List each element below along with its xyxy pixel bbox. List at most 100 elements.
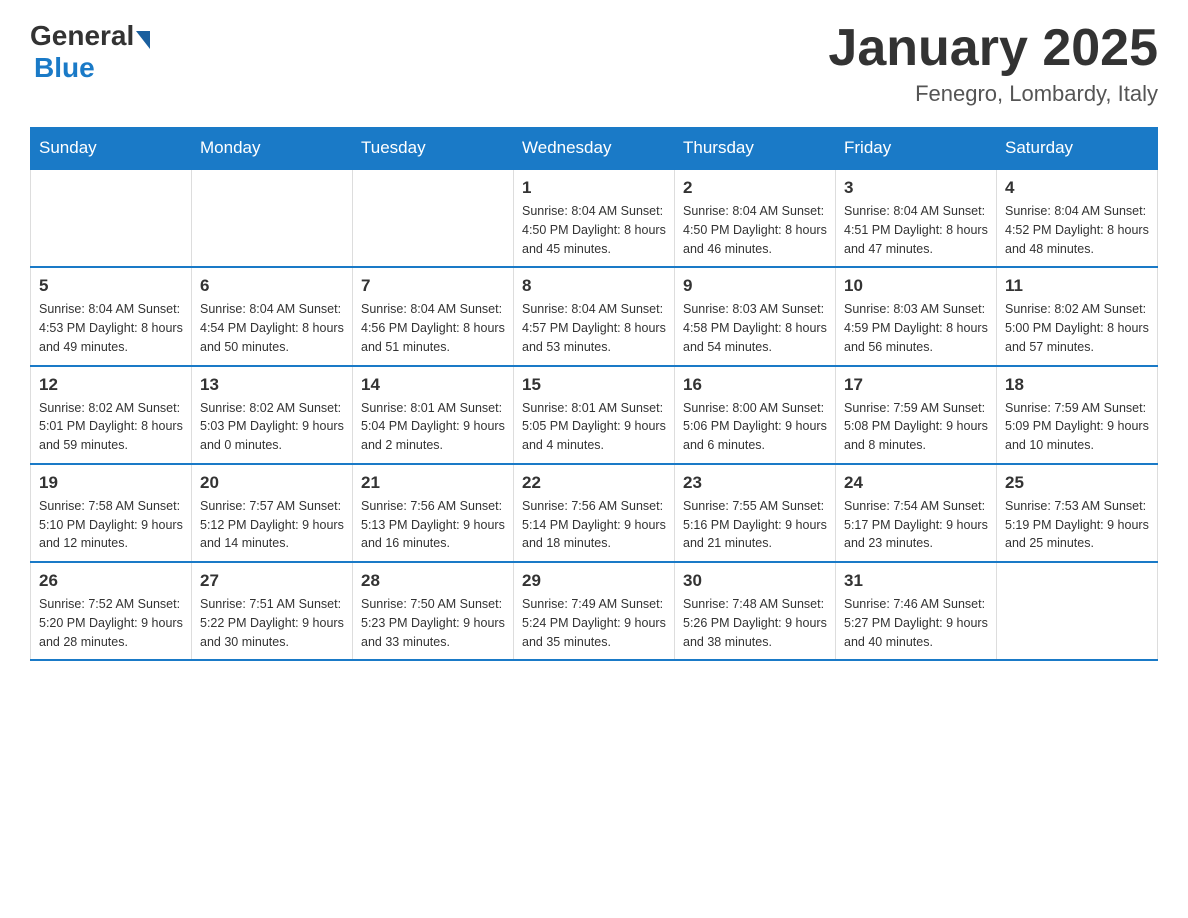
day-number: 28: [361, 571, 505, 591]
day-info: Sunrise: 7:49 AM Sunset: 5:24 PM Dayligh…: [522, 595, 666, 651]
calendar-cell: 31 Sunrise: 7:46 AM Sunset: 5:27 PM Dayli…: [836, 562, 997, 660]
calendar-cell: 13 Sunrise: 8:02 AM Sunset: 5:03 PM Dayli…: [192, 366, 353, 464]
calendar-week-row: 5Sunrise: 8:04 AM Sunset: 4:53 PM Daylig…: [31, 267, 1158, 365]
day-number: 19: [39, 473, 183, 493]
calendar-cell: 23 Sunrise: 7:55 AM Sunset: 5:16 PM Dayli…: [675, 464, 836, 562]
day-number: 11: [1005, 276, 1149, 296]
calendar-cell: 22 Sunrise: 7:56 AM Sunset: 5:14 PM Dayli…: [514, 464, 675, 562]
day-number: 16: [683, 375, 827, 395]
day-number: 22: [522, 473, 666, 493]
month-title: January 2025: [828, 20, 1158, 77]
calendar-cell: 29 Sunrise: 7:49 AM Sunset: 5:24 PM Dayli…: [514, 562, 675, 660]
day-number: 26: [39, 571, 183, 591]
day-info: Sunrise: 8:03 AM Sunset: 4:59 PM Dayligh…: [844, 300, 988, 356]
logo-blue-text: Blue: [34, 52, 95, 84]
day-number: 24: [844, 473, 988, 493]
calendar-cell: 1 Sunrise: 8:04 AM Sunset: 4:50 PM Daylig…: [514, 169, 675, 267]
day-info: Sunrise: 8:04 AM Sunset: 4:50 PM Dayligh…: [522, 202, 666, 258]
day-number: 29: [522, 571, 666, 591]
calendar-cell: 17Sunrise: 7:59 AM Sunset: 5:08 PM Dayli…: [836, 366, 997, 464]
day-of-week-header: Monday: [192, 128, 353, 170]
day-info: Sunrise: 8:02 AM Sunset: 5:01 PM Dayligh…: [39, 399, 183, 455]
day-info: Sunrise: 8:04 AM Sunset: 4:56 PM Dayligh…: [361, 300, 505, 356]
day-info: Sunrise: 8:04 AM Sunset: 4:50 PM Dayligh…: [683, 202, 827, 258]
day-number: 6: [200, 276, 344, 296]
location-text: Fenegro, Lombardy, Italy: [828, 81, 1158, 107]
calendar-cell: 2 Sunrise: 8:04 AM Sunset: 4:50 PM Daylig…: [675, 169, 836, 267]
day-number: 20: [200, 473, 344, 493]
day-info: Sunrise: 8:04 AM Sunset: 4:54 PM Dayligh…: [200, 300, 344, 356]
day-number: 31: [844, 571, 988, 591]
day-of-week-header: Tuesday: [353, 128, 514, 170]
calendar-cell: 12 Sunrise: 8:02 AM Sunset: 5:01 PM Dayli…: [31, 366, 192, 464]
day-of-week-header: Sunday: [31, 128, 192, 170]
day-number: 25: [1005, 473, 1149, 493]
day-info: Sunrise: 8:03 AM Sunset: 4:58 PM Dayligh…: [683, 300, 827, 356]
calendar-cell: 16 Sunrise: 8:00 AM Sunset: 5:06 PM Dayli…: [675, 366, 836, 464]
day-number: 23: [683, 473, 827, 493]
day-info: Sunrise: 7:48 AM Sunset: 5:26 PM Dayligh…: [683, 595, 827, 651]
day-of-week-header: Friday: [836, 128, 997, 170]
day-info: Sunrise: 8:02 AM Sunset: 5:03 PM Dayligh…: [200, 399, 344, 455]
day-number: 1: [522, 178, 666, 198]
calendar-cell: 8Sunrise: 8:04 AM Sunset: 4:57 PM Daylig…: [514, 267, 675, 365]
day-info: Sunrise: 8:01 AM Sunset: 5:05 PM Dayligh…: [522, 399, 666, 455]
calendar-cell: [31, 169, 192, 267]
calendar-cell: 11 Sunrise: 8:02 AM Sunset: 5:00 PM Dayli…: [997, 267, 1158, 365]
day-info: Sunrise: 8:04 AM Sunset: 4:57 PM Dayligh…: [522, 300, 666, 356]
calendar-week-row: 12 Sunrise: 8:02 AM Sunset: 5:01 PM Dayli…: [31, 366, 1158, 464]
day-info: Sunrise: 8:01 AM Sunset: 5:04 PM Dayligh…: [361, 399, 505, 455]
day-number: 18: [1005, 375, 1149, 395]
day-info: Sunrise: 7:54 AM Sunset: 5:17 PM Dayligh…: [844, 497, 988, 553]
day-number: 7: [361, 276, 505, 296]
calendar-cell: 19 Sunrise: 7:58 AM Sunset: 5:10 PM Dayli…: [31, 464, 192, 562]
calendar-cell: 3Sunrise: 8:04 AM Sunset: 4:51 PM Daylig…: [836, 169, 997, 267]
day-number: 13: [200, 375, 344, 395]
day-info: Sunrise: 7:59 AM Sunset: 5:09 PM Dayligh…: [1005, 399, 1149, 455]
day-number: 15: [522, 375, 666, 395]
day-number: 17: [844, 375, 988, 395]
calendar-week-row: 19 Sunrise: 7:58 AM Sunset: 5:10 PM Dayli…: [31, 464, 1158, 562]
calendar-cell: 24 Sunrise: 7:54 AM Sunset: 5:17 PM Dayli…: [836, 464, 997, 562]
day-number: 5: [39, 276, 183, 296]
calendar-cell: 10 Sunrise: 8:03 AM Sunset: 4:59 PM Dayli…: [836, 267, 997, 365]
day-of-week-header: Thursday: [675, 128, 836, 170]
calendar-cell: [192, 169, 353, 267]
day-info: Sunrise: 8:00 AM Sunset: 5:06 PM Dayligh…: [683, 399, 827, 455]
calendar-cell: 7 Sunrise: 8:04 AM Sunset: 4:56 PM Daylig…: [353, 267, 514, 365]
calendar-cell: 15 Sunrise: 8:01 AM Sunset: 5:05 PM Dayli…: [514, 366, 675, 464]
calendar-cell: 18 Sunrise: 7:59 AM Sunset: 5:09 PM Dayli…: [997, 366, 1158, 464]
calendar-cell: [997, 562, 1158, 660]
day-info: Sunrise: 7:46 AM Sunset: 5:27 PM Dayligh…: [844, 595, 988, 651]
day-number: 27: [200, 571, 344, 591]
logo-general-text: General: [30, 20, 134, 52]
day-number: 21: [361, 473, 505, 493]
calendar-cell: 28Sunrise: 7:50 AM Sunset: 5:23 PM Dayli…: [353, 562, 514, 660]
calendar-cell: 9Sunrise: 8:03 AM Sunset: 4:58 PM Daylig…: [675, 267, 836, 365]
day-info: Sunrise: 7:56 AM Sunset: 5:14 PM Dayligh…: [522, 497, 666, 553]
day-number: 2: [683, 178, 827, 198]
day-of-week-header: Saturday: [997, 128, 1158, 170]
calendar-week-row: 1 Sunrise: 8:04 AM Sunset: 4:50 PM Daylig…: [31, 169, 1158, 267]
day-info: Sunrise: 8:04 AM Sunset: 4:51 PM Dayligh…: [844, 202, 988, 258]
calendar-cell: 26 Sunrise: 7:52 AM Sunset: 5:20 PM Dayli…: [31, 562, 192, 660]
day-info: Sunrise: 7:53 AM Sunset: 5:19 PM Dayligh…: [1005, 497, 1149, 553]
day-info: Sunrise: 7:55 AM Sunset: 5:16 PM Dayligh…: [683, 497, 827, 553]
day-info: Sunrise: 8:02 AM Sunset: 5:00 PM Dayligh…: [1005, 300, 1149, 356]
day-info: Sunrise: 7:58 AM Sunset: 5:10 PM Dayligh…: [39, 497, 183, 553]
calendar-cell: 25 Sunrise: 7:53 AM Sunset: 5:19 PM Dayli…: [997, 464, 1158, 562]
calendar-cell: 27Sunrise: 7:51 AM Sunset: 5:22 PM Dayli…: [192, 562, 353, 660]
page-header: General Blue January 2025 Fenegro, Lomba…: [30, 20, 1158, 107]
calendar-week-row: 26 Sunrise: 7:52 AM Sunset: 5:20 PM Dayli…: [31, 562, 1158, 660]
calendar-table: SundayMondayTuesdayWednesdayThursdayFrid…: [30, 127, 1158, 661]
calendar-cell: 6 Sunrise: 8:04 AM Sunset: 4:54 PM Daylig…: [192, 267, 353, 365]
day-number: 10: [844, 276, 988, 296]
logo: General Blue: [30, 20, 152, 84]
day-number: 12: [39, 375, 183, 395]
day-number: 4: [1005, 178, 1149, 198]
day-info: Sunrise: 7:52 AM Sunset: 5:20 PM Dayligh…: [39, 595, 183, 651]
calendar-cell: 4Sunrise: 8:04 AM Sunset: 4:52 PM Daylig…: [997, 169, 1158, 267]
calendar-cell: 21Sunrise: 7:56 AM Sunset: 5:13 PM Dayli…: [353, 464, 514, 562]
calendar-cell: 30 Sunrise: 7:48 AM Sunset: 5:26 PM Dayli…: [675, 562, 836, 660]
day-number: 30: [683, 571, 827, 591]
